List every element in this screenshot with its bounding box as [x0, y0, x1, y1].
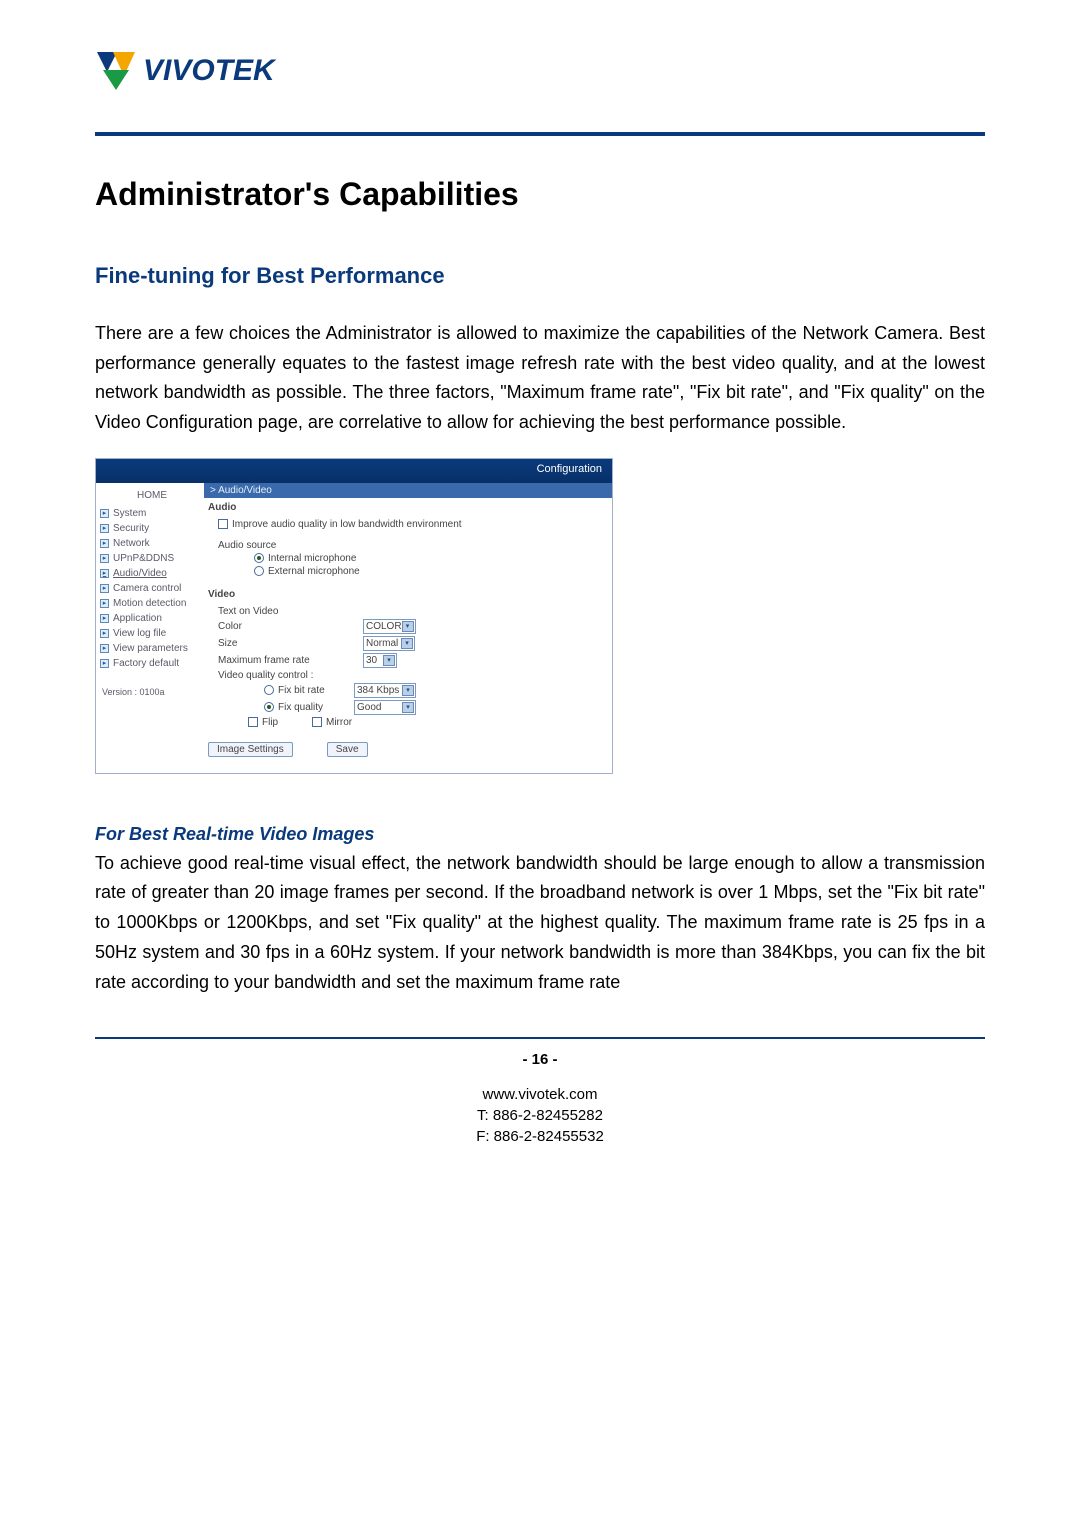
internal-mic-label: Internal microphone	[268, 553, 356, 564]
vqc-label: Video quality control :	[218, 670, 313, 681]
audio-source-label: Audio source	[218, 540, 276, 551]
brand-logo: VIVOTEK	[95, 50, 985, 92]
checkbox-flip[interactable]	[248, 717, 258, 727]
expand-icon: ▸	[100, 584, 109, 593]
breadcrumb: > Audio/Video	[204, 483, 612, 498]
expand-icon: ▸	[100, 659, 109, 668]
maxframe-label: Maximum frame rate	[218, 655, 363, 666]
color-label: Color	[218, 621, 363, 632]
nav-system[interactable]: ▸System	[100, 506, 204, 521]
improve-audio-label: Improve audio quality in low bandwidth e…	[232, 519, 462, 530]
intro-paragraph: There are a few choices the Administrato…	[95, 319, 985, 438]
checkbox-mirror[interactable]	[312, 717, 322, 727]
mirror-label: Mirror	[326, 717, 352, 728]
expand-icon: ▸	[100, 644, 109, 653]
fix-bitrate-select[interactable]: 384 Kbps▾	[354, 683, 416, 698]
nav-audio-video[interactable]: ▸Audio/Video	[100, 566, 204, 581]
version-label: Version : 0100a	[100, 687, 204, 697]
page-number: - 16 -	[95, 1049, 985, 1070]
expand-icon: ▸	[100, 614, 109, 623]
nav-security[interactable]: ▸Security	[100, 521, 204, 536]
radio-fix-bitrate[interactable]	[264, 685, 274, 695]
nav-home[interactable]: HOME	[100, 487, 204, 506]
footer-fax: F: 886-2-82455532	[95, 1126, 985, 1147]
expand-icon: ▸	[100, 569, 109, 578]
footer-rule	[95, 1037, 985, 1039]
config-sidebar: HOME ▸System ▸Security ▸Network ▸UPnP&DD…	[96, 483, 204, 773]
radio-fix-quality[interactable]	[264, 702, 274, 712]
save-button[interactable]: Save	[327, 742, 368, 757]
chevron-down-icon: ▾	[401, 638, 413, 649]
expand-icon: ▸	[100, 554, 109, 563]
size-select[interactable]: Normal▾	[363, 636, 415, 651]
image-settings-button[interactable]: Image Settings	[208, 742, 293, 757]
expand-icon: ▸	[100, 539, 109, 548]
logo-icon	[95, 50, 137, 92]
external-mic-label: External microphone	[268, 566, 360, 577]
text-on-video-label: Text on Video	[218, 606, 363, 617]
expand-icon: ▸	[100, 599, 109, 608]
color-select[interactable]: COLOR▾	[363, 619, 416, 634]
flip-label: Flip	[262, 717, 312, 728]
chevron-down-icon: ▾	[402, 621, 414, 632]
maxframe-select[interactable]: 30▾	[363, 653, 397, 668]
nav-network[interactable]: ▸Network	[100, 536, 204, 551]
radio-internal-mic[interactable]	[254, 553, 264, 563]
body-paragraph-2: To achieve good real-time visual effect,…	[95, 849, 985, 997]
nav-camera-control[interactable]: ▸Camera control	[100, 581, 204, 596]
expand-icon: ▸	[100, 509, 109, 518]
config-title: Configuration	[96, 459, 612, 483]
section-heading: Fine-tuning for Best Performance	[95, 263, 985, 289]
page-heading: Administrator's Capabilities	[95, 176, 985, 213]
fix-quality-label: Fix quality	[278, 702, 354, 713]
config-screenshot: Configuration HOME ▸System ▸Security ▸Ne…	[95, 458, 613, 774]
checkbox-improve-audio[interactable]	[218, 519, 228, 529]
expand-icon: ▸	[100, 524, 109, 533]
config-main: > Audio/Video Audio Improve audio qualit…	[204, 483, 612, 773]
video-heading: Video	[204, 585, 612, 604]
header-rule	[95, 132, 985, 136]
page-footer: - 16 - www.vivotek.com T: 886-2-82455282…	[95, 1049, 985, 1147]
nav-application[interactable]: ▸Application	[100, 611, 204, 626]
chevron-down-icon: ▾	[383, 655, 395, 666]
nav-upnp-ddns[interactable]: ▸UPnP&DDNS	[100, 551, 204, 566]
footer-url: www.vivotek.com	[95, 1084, 985, 1105]
radio-external-mic[interactable]	[254, 566, 264, 576]
audio-heading: Audio	[204, 498, 612, 517]
nav-view-params[interactable]: ▸View parameters	[100, 641, 204, 656]
nav-view-log[interactable]: ▸View log file	[100, 626, 204, 641]
chevron-down-icon: ▾	[402, 685, 414, 696]
footer-tel: T: 886-2-82455282	[95, 1105, 985, 1126]
expand-icon: ▸	[100, 629, 109, 638]
size-label: Size	[218, 638, 363, 649]
nav-motion-detection[interactable]: ▸Motion detection	[100, 596, 204, 611]
fix-quality-select[interactable]: Good▾	[354, 700, 416, 715]
fix-bitrate-label: Fix bit rate	[278, 685, 354, 696]
nav-factory-default[interactable]: ▸Factory default	[100, 656, 204, 671]
subsection-heading: For Best Real-time Video Images	[95, 824, 985, 845]
logo-text: VIVOTEK	[143, 54, 275, 88]
chevron-down-icon: ▾	[402, 702, 414, 713]
